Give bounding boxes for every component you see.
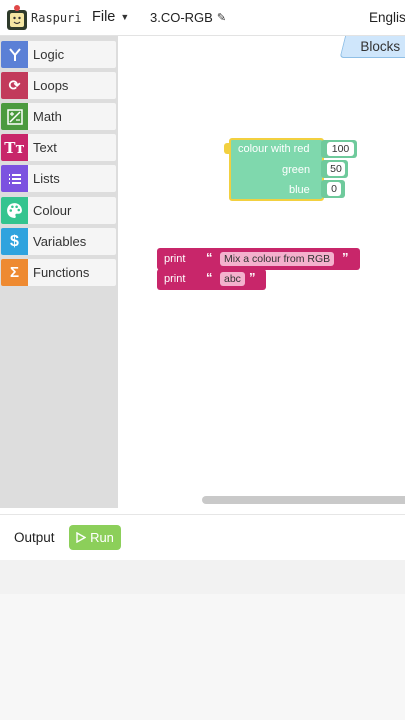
file-menu-label: File [92,9,116,25]
app-root: Raspuri File ▼ 3.CO-RGB ✎ English Logic … [0,0,405,720]
brand-name: Raspuri [31,11,82,25]
output-label: Output [14,530,55,545]
workspace-horizontal-scrollbar[interactable] [202,496,405,504]
print-label: print [164,253,186,265]
output-toolbar [0,514,405,560]
loop-icon: ⟳ [1,72,28,99]
print-text-field[interactable]: abc [220,272,245,286]
category-label: Text [33,140,57,155]
category-label: Lists [33,171,60,186]
dollar-icon: $ [1,228,28,255]
palette-icon [1,197,28,224]
text-icon: Tт [1,134,28,161]
category-label: Math [33,109,62,124]
chevron-down-icon: ▼ [120,12,130,22]
logic-icon [1,41,28,68]
colour-green-label: green [282,164,311,176]
print-label: print [164,273,186,285]
open-quote-icon: “ [206,270,213,285]
category-loops[interactable]: ⟳ Loops [1,72,116,99]
math-icon [1,103,28,130]
category-text[interactable]: Tт Text [1,134,116,161]
toolbox: Logic ⟳ Loops Math Tт Text Lists Colour [0,36,118,508]
file-menu[interactable]: File ▼ [92,9,129,25]
category-colour[interactable]: Colour [1,197,116,224]
list-icon [1,165,28,192]
colour-red-label: colour with red [238,143,310,155]
category-label: Colour [33,203,72,218]
red-value-field[interactable]: 100 [327,142,354,156]
project-name-label: 3.CO-RGB [150,10,213,25]
blue-value-field[interactable]: 0 [327,182,341,196]
top-bar: Raspuri File ▼ 3.CO-RGB ✎ English [0,0,405,36]
pencil-icon[interactable]: ✎ [217,11,226,24]
category-label: Functions [33,265,90,280]
print-text-field[interactable]: Mix a colour from RGB [220,252,335,266]
category-logic[interactable]: Logic [1,41,116,68]
category-lists[interactable]: Lists [1,165,116,192]
open-quote-icon: “ [206,250,213,265]
project-name[interactable]: 3.CO-RGB ✎ [150,10,226,25]
category-label: Variables [33,234,87,249]
close-quote-icon: ” [342,250,349,265]
category-math[interactable]: Math [1,103,116,130]
category-functions[interactable]: Σ Functions [1,259,116,286]
close-quote-icon: ” [249,270,256,285]
output-console-header [0,560,405,594]
tab-blocks[interactable]: Blocks [339,36,405,58]
category-label: Logic [33,47,65,62]
category-label: Loops [33,78,69,93]
play-icon [76,532,87,543]
run-button-label: Run [90,530,114,545]
colour-blue-label: blue [289,184,310,196]
sigma-icon: Σ [1,259,28,286]
category-variables[interactable]: $ Variables [1,228,116,255]
tab-blocks-label: Blocks [360,39,401,54]
language-selector[interactable]: English [369,10,405,25]
run-button[interactable]: Run [69,525,121,550]
raspuri-logo-icon [7,5,27,30]
green-value-field[interactable]: 50 [327,162,345,176]
